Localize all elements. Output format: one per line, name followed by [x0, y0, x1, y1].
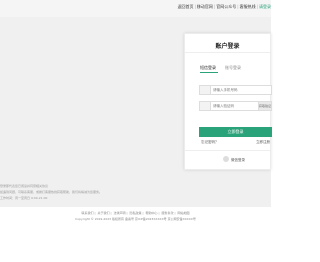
left-note: 登录即代表您已阅读并同意相关协议 如遇到问题，可联系客服，或拨打客服热线获取帮助…: [0, 183, 102, 201]
top-link-login[interactable]: 请登录: [259, 4, 271, 9]
active-tab-underline: [200, 72, 218, 73]
separator: |: [256, 4, 258, 9]
lock-icon: [200, 102, 211, 110]
separator: |: [194, 4, 196, 9]
wechat-icon: [223, 156, 229, 162]
wechat-login[interactable]: 微信登录: [223, 156, 245, 163]
footer-link[interactable]: 隐私政策: [129, 211, 141, 215]
tab-sms-label: 短信登录: [200, 65, 216, 70]
tab-sms-login[interactable]: 短信登录: [200, 65, 218, 73]
footer-link[interactable]: 联系我们: [82, 211, 94, 215]
footer-link[interactable]: 网站地图: [177, 211, 189, 215]
separator: |: [237, 4, 239, 9]
code-placeholder: 请输入验证码: [213, 104, 234, 108]
phone-icon: [200, 86, 211, 94]
top-link-hotline[interactable]: 客服热线: [240, 4, 256, 9]
wechat-login-label: 微信登录: [231, 158, 245, 162]
top-link-official-account[interactable]: 官网公众号: [216, 4, 236, 9]
login-button[interactable]: 立即登录: [199, 127, 272, 137]
tab-account-label: 账号登录: [225, 65, 241, 70]
top-link-home[interactable]: 返回首页: [178, 4, 194, 9]
copyright: Copyright © 2019-2023 版权所有 备案号 京ICP备2023…: [75, 217, 196, 221]
register-link[interactable]: 立即注册: [256, 140, 270, 145]
footer-link[interactable]: 服务条款: [161, 211, 173, 215]
forgot-password-link[interactable]: 忘记密码？: [201, 140, 219, 145]
divider: [185, 52, 270, 53]
top-links: 返回首页|移动官网|官网公众号|客服热线|请登录: [178, 4, 271, 10]
code-field[interactable]: 请输入验证码 获取验证码: [199, 101, 272, 111]
top-link-mobile[interactable]: 移动官网: [197, 4, 213, 9]
phone-field[interactable]: 请输入手机号码: [199, 85, 272, 95]
login-panel: 账户登录 短信登录 账号登录 请输入手机号码 请输入验证码 获取验证码 立即登录…: [184, 33, 272, 170]
top-bar: 返回首页|移动官网|官网公众号|客服热线|请登录: [0, 0, 271, 18]
send-code-button[interactable]: 获取验证码: [258, 102, 271, 110]
footer: 联系我们| 关于我们| 法律声明| 隐私政策| 帮助中心| 服务条款| 网站地图…: [0, 210, 271, 222]
footer-link[interactable]: 法律声明: [114, 211, 126, 215]
divider: [185, 150, 270, 151]
note-line-3: 工作时间：周一至周日 9:00-21:00: [0, 196, 48, 200]
footer-link[interactable]: 关于我们: [98, 211, 110, 215]
footer-link[interactable]: 帮助中心: [145, 211, 157, 215]
login-title: 账户登录: [215, 43, 240, 50]
tab-account-login[interactable]: 账号登录: [225, 65, 241, 71]
phone-placeholder: 请输入手机号码: [213, 88, 238, 92]
